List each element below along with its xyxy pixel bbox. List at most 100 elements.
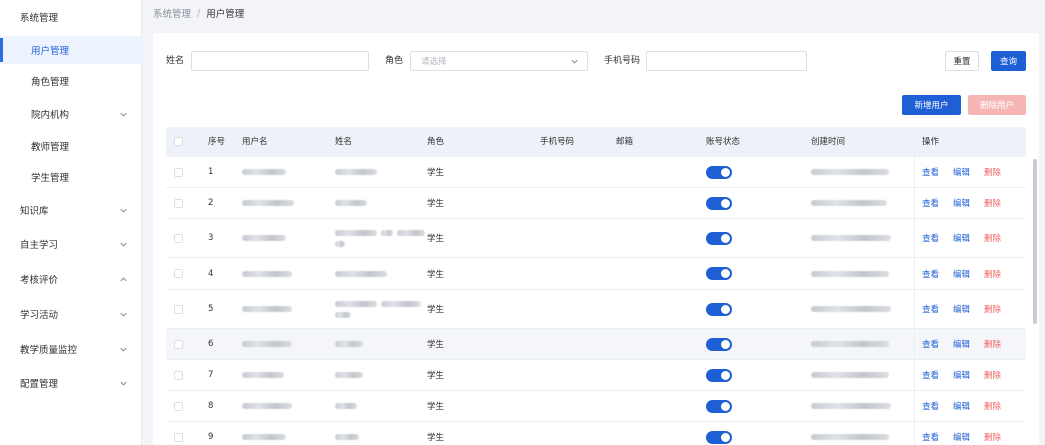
table-row[interactable]: 9 学生 查看 编辑 删除 bbox=[166, 422, 1026, 445]
role-select[interactable]: 请选择 bbox=[410, 51, 588, 71]
sidebar-item-label: 考核评价 bbox=[20, 275, 59, 286]
sidebar-group-system[interactable]: 系统管理 bbox=[0, 3, 142, 31]
sidebar-group-activities[interactable]: 学习活动 bbox=[0, 300, 142, 328]
view-link[interactable]: 查看 bbox=[922, 268, 939, 280]
row-index: 1 bbox=[208, 167, 214, 177]
add-user-button[interactable]: 新增用户 bbox=[902, 95, 961, 115]
table-row[interactable]: 1 学生 查看 编辑 删除 bbox=[166, 157, 1026, 188]
table-row[interactable]: 4 学生 查看 编辑 删除 bbox=[166, 258, 1026, 290]
delete-link[interactable]: 删除 bbox=[984, 400, 1001, 412]
sidebar-item-users[interactable]: 用户管理 bbox=[0, 36, 142, 64]
edit-link[interactable]: 编辑 bbox=[953, 268, 970, 280]
row-checkbox[interactable] bbox=[174, 329, 183, 359]
toggle-switch[interactable] bbox=[706, 302, 732, 316]
header-username: 用户名 bbox=[242, 137, 268, 147]
delete-link[interactable]: 删除 bbox=[984, 369, 1001, 381]
row-status-toggle[interactable] bbox=[706, 391, 732, 421]
row-checkbox[interactable] bbox=[174, 290, 183, 328]
toggle-switch[interactable] bbox=[706, 165, 732, 179]
chevron-down-icon bbox=[570, 57, 579, 66]
delete-link[interactable]: 删除 bbox=[984, 338, 1001, 350]
sidebar-group-quality[interactable]: 教学质量监控 bbox=[0, 335, 142, 363]
sidebar-item-students[interactable]: 学生管理 bbox=[0, 163, 142, 191]
reset-button[interactable]: 重置 bbox=[945, 51, 979, 71]
toggle-switch[interactable] bbox=[706, 399, 732, 413]
delete-link[interactable]: 删除 bbox=[984, 166, 1001, 178]
select-all-checkbox[interactable] bbox=[174, 137, 183, 146]
delete-link[interactable]: 删除 bbox=[984, 303, 1001, 315]
name-input[interactable] bbox=[191, 51, 369, 71]
view-link[interactable]: 查看 bbox=[922, 369, 939, 381]
row-status-toggle[interactable] bbox=[706, 360, 732, 390]
header-status: 账号状态 bbox=[706, 137, 741, 147]
table-row[interactable]: 7 学生 查看 编辑 删除 bbox=[166, 360, 1026, 391]
row-checkbox[interactable] bbox=[174, 360, 183, 390]
view-link[interactable]: 查看 bbox=[922, 197, 939, 209]
sidebar-item-institutions[interactable]: 院内机构 bbox=[0, 100, 142, 128]
edit-link[interactable]: 编辑 bbox=[953, 197, 970, 209]
delete-user-button[interactable]: 删除用户 bbox=[968, 95, 1026, 115]
row-checkbox[interactable] bbox=[174, 258, 183, 289]
edit-link[interactable]: 编辑 bbox=[953, 303, 970, 315]
view-link[interactable]: 查看 bbox=[922, 431, 939, 443]
delete-link[interactable]: 删除 bbox=[984, 197, 1001, 209]
row-ops: 查看 编辑 删除 bbox=[922, 422, 1015, 445]
toggle-switch[interactable] bbox=[706, 430, 732, 444]
row-name-redacted bbox=[335, 391, 357, 421]
row-checkbox[interactable] bbox=[174, 422, 183, 445]
breadcrumb-current: 用户管理 bbox=[206, 9, 245, 20]
toggle-switch[interactable] bbox=[706, 368, 732, 382]
edit-link[interactable]: 编辑 bbox=[953, 369, 970, 381]
delete-link[interactable]: 删除 bbox=[984, 431, 1001, 443]
name-label: 姓名 bbox=[166, 56, 185, 66]
table-scrollbar[interactable] bbox=[1033, 159, 1037, 324]
edit-link[interactable]: 编辑 bbox=[953, 431, 970, 443]
row-status-toggle[interactable] bbox=[706, 290, 732, 328]
row-status-toggle[interactable] bbox=[706, 422, 732, 445]
table-row[interactable]: 6 学生 查看 编辑 删除 bbox=[166, 329, 1026, 360]
row-index: 5 bbox=[208, 304, 214, 314]
table-row[interactable]: 2 学生 查看 编辑 删除 bbox=[166, 188, 1026, 219]
sidebar-group-knowledge[interactable]: 知识库 bbox=[0, 196, 142, 224]
sidebar-item-teachers[interactable]: 教师管理 bbox=[0, 132, 142, 160]
breadcrumb-separator: / bbox=[197, 7, 201, 19]
sidebar-group-self-study[interactable]: 自主学习 bbox=[0, 230, 142, 258]
edit-link[interactable]: 编辑 bbox=[953, 338, 970, 350]
sidebar-item-roles[interactable]: 角色管理 bbox=[0, 67, 142, 95]
row-checkbox[interactable] bbox=[174, 391, 183, 421]
phone-input[interactable] bbox=[646, 51, 807, 71]
view-link[interactable]: 查看 bbox=[922, 338, 939, 350]
view-link[interactable]: 查看 bbox=[922, 400, 939, 412]
breadcrumb-parent[interactable]: 系统管理 bbox=[153, 6, 191, 20]
edit-link[interactable]: 编辑 bbox=[953, 166, 970, 178]
search-button[interactable]: 查询 bbox=[991, 51, 1026, 71]
view-link[interactable]: 查看 bbox=[922, 303, 939, 315]
breadcrumb: 系统管理 / 用户管理 bbox=[153, 6, 245, 21]
table-row[interactable]: 5 学生 查看 编辑 删除 bbox=[166, 290, 1026, 329]
sidebar-group-assessment[interactable]: 考核评价 bbox=[0, 265, 142, 293]
row-checkbox[interactable] bbox=[174, 157, 183, 187]
delete-link[interactable]: 删除 bbox=[984, 268, 1001, 280]
row-status-toggle[interactable] bbox=[706, 188, 732, 218]
row-ops: 查看 编辑 删除 bbox=[922, 329, 1015, 359]
view-link[interactable]: 查看 bbox=[922, 232, 939, 244]
row-status-toggle[interactable] bbox=[706, 157, 732, 187]
toggle-switch[interactable] bbox=[706, 267, 732, 280]
table-row[interactable]: 3 学生 查看 编辑 删除 bbox=[166, 219, 1026, 258]
sidebar-group-config[interactable]: 配置管理 bbox=[0, 369, 142, 397]
toggle-switch[interactable] bbox=[706, 231, 732, 245]
toggle-switch[interactable] bbox=[706, 337, 732, 351]
row-status-toggle[interactable] bbox=[706, 329, 732, 359]
view-link[interactable]: 查看 bbox=[922, 166, 939, 178]
row-checkbox[interactable] bbox=[174, 188, 183, 218]
edit-link[interactable]: 编辑 bbox=[953, 232, 970, 244]
row-status-toggle[interactable] bbox=[706, 219, 732, 257]
edit-link[interactable]: 编辑 bbox=[953, 400, 970, 412]
row-role: 学生 bbox=[427, 305, 445, 315]
toggle-switch[interactable] bbox=[706, 196, 732, 210]
row-created-redacted bbox=[811, 329, 889, 359]
row-checkbox[interactable] bbox=[174, 219, 183, 257]
delete-link[interactable]: 删除 bbox=[984, 232, 1001, 244]
table-row[interactable]: 8 学生 查看 编辑 删除 bbox=[166, 391, 1026, 422]
row-status-toggle[interactable] bbox=[706, 258, 732, 289]
